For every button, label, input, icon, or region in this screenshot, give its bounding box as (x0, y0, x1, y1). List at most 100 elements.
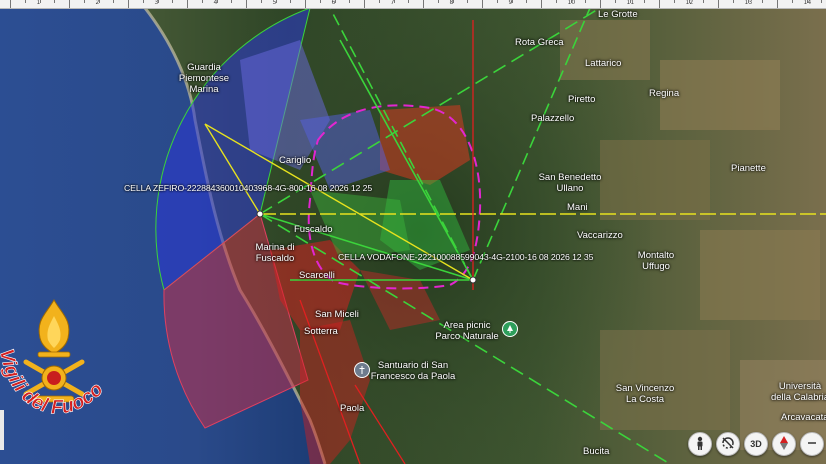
place-santuario-san-francesco: Santuario di San Francesco da Paola (370, 360, 456, 382)
ruler-tick (673, 0, 675, 3)
ruler-tick (600, 0, 601, 8)
compass-button[interactable] (772, 432, 796, 456)
ruler-tick (541, 0, 542, 8)
place-san-vincenzo-la-costa: San Vincenzo La Costa (615, 383, 675, 405)
ruler-label: 10 (567, 0, 576, 6)
minus-icon (807, 438, 817, 450)
ruler-tick (777, 0, 778, 8)
ruler-tick (467, 0, 469, 3)
ruler-label: 14 (803, 0, 812, 6)
ruler-label: 1 (36, 0, 41, 6)
ruler-tick (187, 0, 188, 8)
ruler-label: 12 (685, 0, 694, 6)
place-arcavacata: Arcavacata (781, 412, 826, 423)
zefiro-cell-site[interactable] (256, 210, 264, 218)
ruler-tick (821, 0, 823, 3)
zoom-out-button[interactable] (800, 432, 824, 456)
vodafone-cell-site[interactable] (469, 276, 477, 284)
ruler-tick (231, 0, 233, 3)
ruler-label: 2 (95, 0, 100, 6)
ruler-label: 8 (449, 0, 454, 6)
left-edge-strip (0, 410, 4, 450)
map-toolbar: 3D (688, 430, 826, 458)
church-poi-icon[interactable] (354, 362, 370, 378)
place-universita-della-calabria: Università della Calabria (770, 381, 826, 403)
ruler-tick (24, 0, 26, 3)
place-le-grotte: Le Grotte (598, 9, 638, 20)
place-regina: Regina (649, 88, 680, 99)
ruler-tick (260, 0, 262, 3)
place-san-benedetto-ullano: San Benedetto Ullano (538, 172, 602, 194)
place-montalto-uffugo: Montalto Uffugo (637, 250, 675, 272)
toggle-3d-button[interactable]: 3D (744, 432, 768, 456)
ruler-label: 9 (508, 0, 513, 6)
place-sotterra: Sotterra (304, 326, 338, 337)
place-piretto: Piretto (568, 94, 596, 105)
ruler-tick (305, 0, 306, 8)
ruler-tick (482, 0, 483, 8)
svg-text:Vigili del Fuoco: Vigili del Fuoco (0, 347, 108, 419)
ruler-tick (54, 0, 56, 3)
place-marina-di-fuscaldo: Marina di Fuscaldo (255, 242, 295, 264)
ruler-label: 3 (154, 0, 159, 6)
place-cariglio: Cariglio (279, 155, 312, 166)
ruler-tick (762, 0, 764, 3)
logo-wordmark-text: Vigili del Fuoco (0, 347, 108, 419)
place-guardia-piemontese-marina: Guardia Piemontese Marina (178, 62, 230, 95)
ruler-tick (732, 0, 734, 3)
ruler-tick (364, 0, 365, 8)
ruler-tick (349, 0, 351, 3)
ruler-label: 4 (213, 0, 218, 6)
ruler-tick (142, 0, 144, 3)
ruler-tick (128, 0, 129, 8)
ruler-tick (423, 0, 424, 8)
ruler-tick (496, 0, 498, 3)
map-viewer[interactable]: 123456789101112131415 Le Grotte Rota Gre… (0, 0, 826, 464)
ruler-tick (526, 0, 528, 3)
top-ruler: 123456789101112131415 (0, 0, 826, 9)
place-paola: Paola (340, 403, 365, 414)
ruler-tick (69, 0, 70, 8)
rotate-view-button[interactable] (716, 432, 740, 456)
place-scarcelli: Scarcelli (299, 270, 335, 281)
ruler-tick (83, 0, 85, 3)
place-rota-greca: Rota Greca (515, 37, 564, 48)
cell-label-zefiro[interactable]: CELLA ZEFIRO-222884360010403968-4G-800-1… (124, 183, 372, 193)
ruler-tick (201, 0, 203, 3)
place-area-picnic: Area picnic Parco Naturale (435, 320, 499, 342)
compass-icon (779, 436, 789, 452)
ruler-tick (378, 0, 380, 3)
ruler-label: 6 (331, 0, 336, 6)
ruler-label: 7 (390, 0, 395, 6)
place-fuscaldo: Fuscaldo (294, 224, 333, 235)
cell-label-vodafone[interactable]: CELLA VODAFONE-222100088599043-4G-2100-1… (338, 252, 593, 262)
ruler-tick (614, 0, 616, 3)
ruler-tick (172, 0, 174, 3)
ruler-tick (555, 0, 557, 3)
place-vaccarizzo: Vaccarizzo (577, 230, 623, 241)
park-poi-icon[interactable] (502, 321, 518, 337)
ruler-tick (585, 0, 587, 3)
street-view-button[interactable] (688, 432, 712, 456)
ruler-tick (437, 0, 439, 3)
place-san-miceli: San Miceli (315, 309, 359, 320)
ruler-label: 13 (744, 0, 753, 6)
ruler-tick (10, 0, 11, 8)
ruler-label: 5 (272, 0, 277, 6)
ruler-tick (113, 0, 115, 3)
ruler-label: 11 (626, 0, 635, 6)
place-palazzello: Palazzello (531, 113, 575, 124)
ruler-tick (703, 0, 705, 3)
pegman-icon (694, 436, 706, 452)
ruler-tick (659, 0, 660, 8)
ruler-tick (319, 0, 321, 3)
ruler-tick (718, 0, 719, 8)
ruler-tick (290, 0, 292, 3)
vigili-del-fuoco-wordmark: Vigili del Fuoco (0, 347, 108, 419)
place-bucita: Bucita (583, 446, 610, 457)
rotate-icon (721, 436, 735, 452)
ruler-tick (644, 0, 646, 3)
ruler-tick (791, 0, 793, 3)
place-pianette: Pianette (731, 163, 766, 174)
place-mani: Mani (567, 202, 588, 213)
